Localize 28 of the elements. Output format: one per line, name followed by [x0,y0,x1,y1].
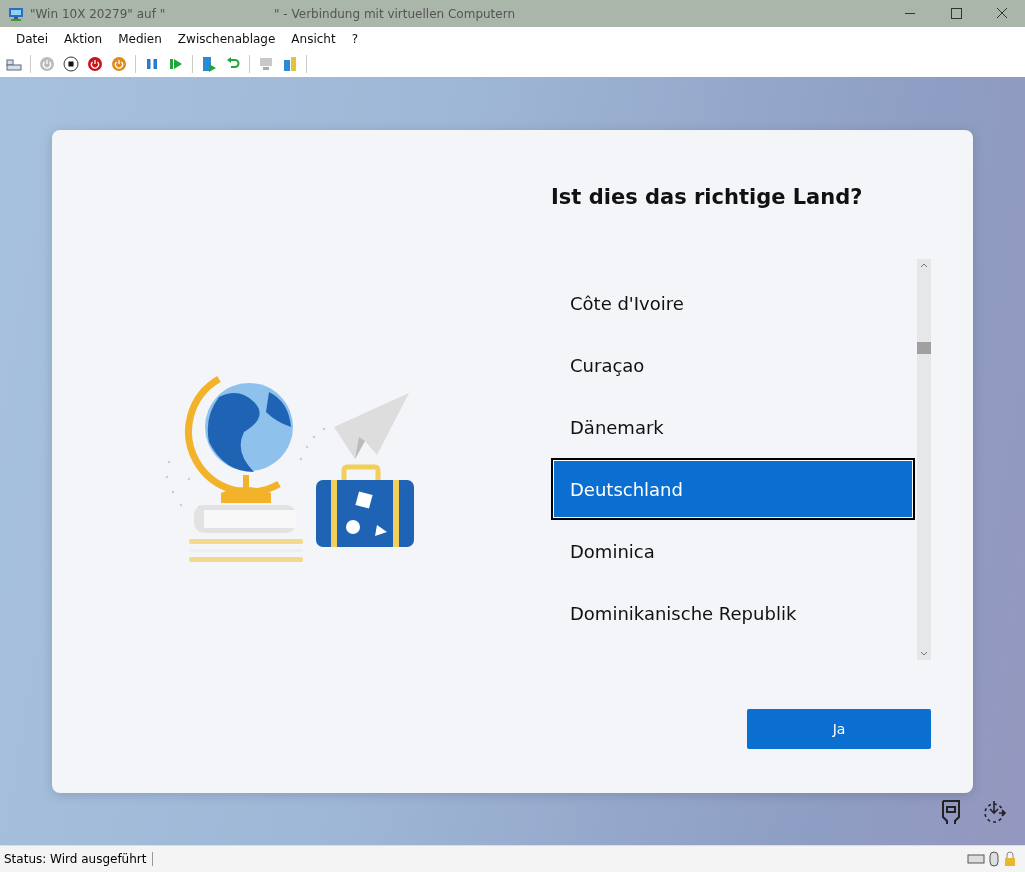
scrollbar[interactable] [917,259,931,660]
pause-icon[interactable] [144,56,160,72]
keyboard-icon[interactable] [6,56,22,72]
country-item[interactable]: Curaçao [551,334,915,396]
yes-button[interactable]: Ja [747,709,931,749]
monitor-icon [8,5,24,22]
menu-item[interactable]: Zwischenablage [169,30,284,48]
mouse-icon [989,851,999,867]
menu-item[interactable]: Aktion [56,30,111,48]
menu-item[interactable]: Ansicht [283,30,344,48]
country-item[interactable]: Côte d'Ivoire [551,272,915,334]
menu-item[interactable]: ? [343,30,367,48]
computer-icon[interactable] [258,56,274,72]
scrollbar-thumb[interactable] [917,342,931,354]
country-item[interactable]: Dänemark [551,396,915,458]
country-item[interactable]: Dominikanische Republik [551,582,915,644]
country-item[interactable]: Dominica [551,520,915,582]
keyboard-icon [967,853,985,865]
menu-item[interactable]: Medien [110,30,170,48]
window-title: " - Verbindung mit virtuellen Computern [274,6,515,21]
status-text: Status: Wird ausgeführt [4,852,154,866]
country-item[interactable]: Deutschland [551,458,915,520]
menu-item[interactable]: Datei [8,30,56,48]
window-title: "Win 10X 20279" auf " [30,6,167,21]
lock-icon [1003,851,1017,867]
page-heading: Ist dies das richtige Land? [551,185,864,209]
play-icon[interactable] [168,56,184,72]
stop-icon[interactable] [63,56,79,72]
